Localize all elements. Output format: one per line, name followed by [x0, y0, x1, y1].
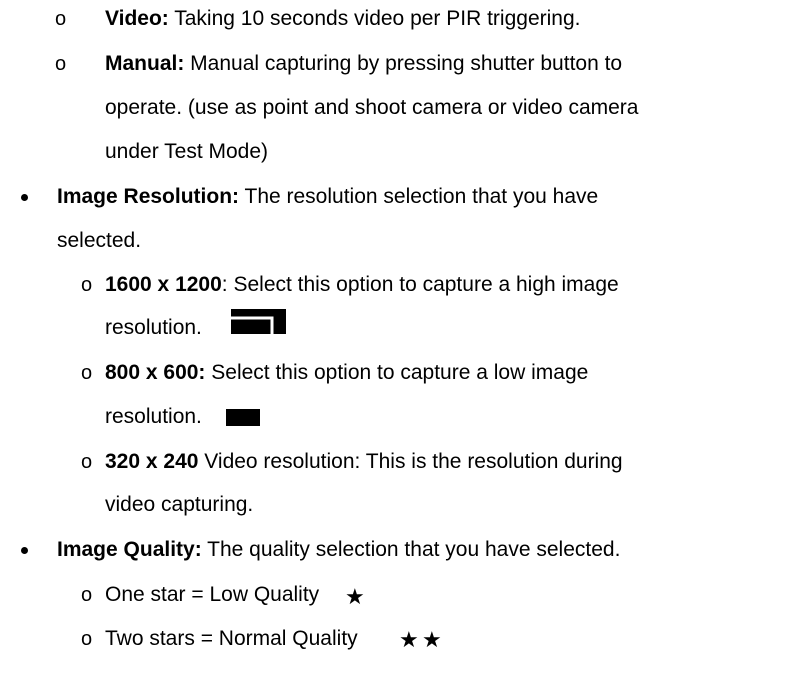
high-resolution-icon — [231, 309, 286, 334]
sub-bullet-marker: o — [81, 451, 93, 473]
video-item: Video: Taking 10 seconds video per PIR t… — [105, 7, 580, 31]
resolution-option-text-line2: resolution. — [105, 316, 202, 339]
sub-bullet-marker: o — [55, 53, 67, 75]
image-resolution-text-line2: selected. — [57, 229, 142, 252]
low-resolution-icon — [226, 409, 260, 426]
main-bullet-dot — [21, 194, 28, 201]
star-icon: ★ — [345, 585, 365, 610]
sub-bullet-marker: o — [81, 628, 93, 650]
sub-bullet-marker: o — [81, 362, 93, 384]
manual-text-line2: operate. (use as point and shoot camera … — [105, 96, 639, 119]
sub-bullet-marker: o — [55, 8, 67, 30]
star-icon: ★ — [422, 628, 442, 653]
manual-item: Manual: Manual capturing by pressing shu… — [105, 52, 622, 76]
sub-bullet-marker: o — [81, 584, 93, 606]
image-resolution-label: Image Resolution: — [57, 185, 240, 208]
image-resolution-text-line1: The resolution selection that you have — [239, 185, 599, 208]
image-resolution-item: Image Resolution: The resolution selecti… — [57, 185, 598, 209]
resolution-option-text-line2: resolution. — [105, 405, 202, 428]
resolution-option-value: 320 x 240 — [105, 450, 199, 473]
resolution-option-text: Video resolution: This is the resolution… — [198, 450, 623, 473]
image-quality-item: Image Quality: The quality selection tha… — [57, 538, 620, 562]
manual-label: Manual: — [105, 52, 185, 75]
resolution-option-text: Select this option to capture a low imag… — [205, 361, 589, 384]
manual-text-line3: under Test Mode) — [105, 140, 269, 163]
resolution-option-text-line2: video capturing. — [105, 493, 254, 516]
quality-option-one-star: One star = Low Quality — [105, 583, 320, 606]
resolution-option-800: 800 x 600: Select this option to capture… — [105, 361, 588, 385]
video-text: Taking 10 seconds video per PIR triggeri… — [168, 7, 581, 30]
resolution-option-value: 800 x 600: — [105, 361, 206, 384]
resolution-option-320: 320 x 240 Video resolution: This is the … — [105, 450, 623, 474]
image-quality-text: The quality selection that you have sele… — [201, 538, 621, 561]
quality-option-two-stars: Two stars = Normal Quality — [105, 627, 358, 650]
video-label: Video: — [105, 7, 169, 30]
image-quality-label: Image Quality: — [57, 538, 202, 561]
resolution-option-text: : Select this option to capture a high i… — [221, 273, 619, 296]
star-icon: ★ — [399, 628, 419, 653]
sub-bullet-marker: o — [81, 274, 93, 296]
resolution-option-value: 1600 x 1200 — [105, 273, 222, 296]
resolution-option-1600: 1600 x 1200: Select this option to captu… — [105, 273, 619, 297]
main-bullet-dot — [21, 547, 28, 554]
manual-text-line1: Manual capturing by pressing shutter but… — [184, 52, 623, 75]
